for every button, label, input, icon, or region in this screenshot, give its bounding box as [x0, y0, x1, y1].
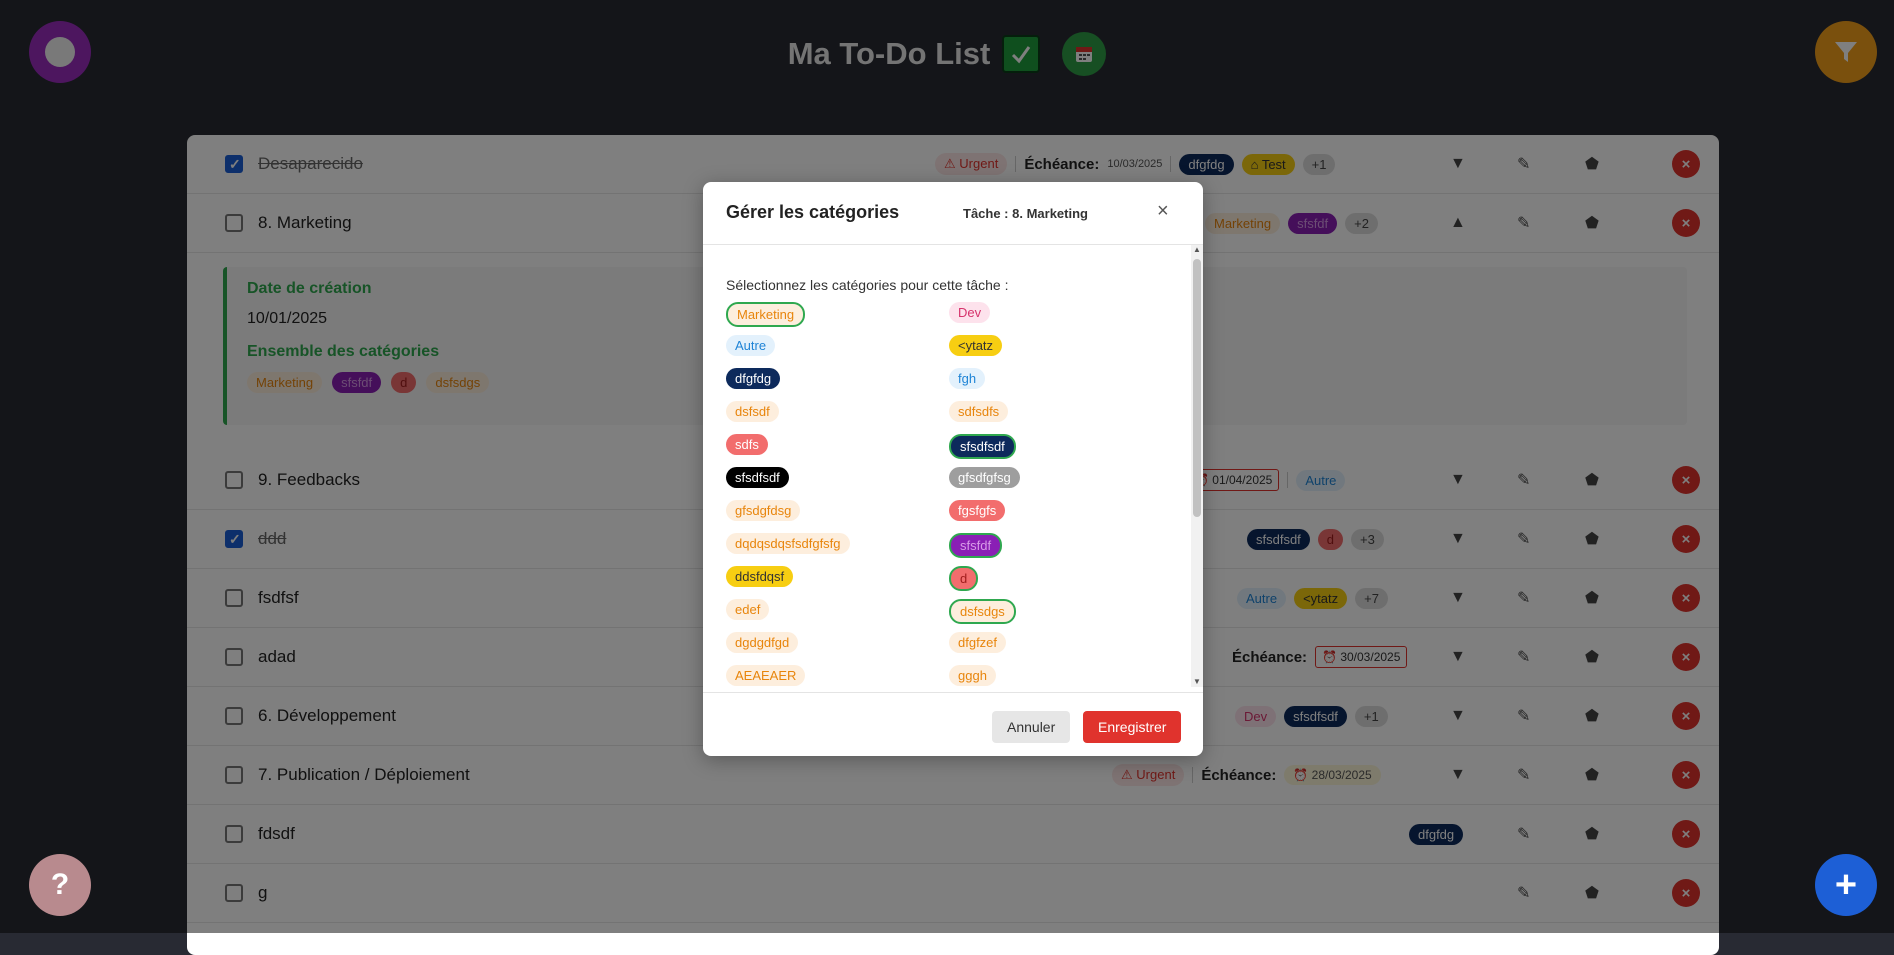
- category-option[interactable]: gggh: [949, 665, 996, 686]
- category-option[interactable]: ddsfdqsf: [726, 566, 794, 587]
- scroll-thumb[interactable]: [1193, 259, 1201, 517]
- help-button[interactable]: ?: [29, 854, 91, 916]
- category-option[interactable]: AEAEAER: [726, 665, 806, 686]
- modal-title: Gérer les catégories: [726, 202, 900, 222]
- modal-body: Sélectionnez les catégories pour cette t…: [703, 245, 1191, 873]
- modal-footer: Annuler Enregistrer: [703, 692, 1203, 757]
- category-option[interactable]: gfsdgfdsg: [726, 500, 801, 521]
- category-option[interactable]: dsfsdf: [726, 401, 779, 422]
- category-option[interactable]: fgh: [949, 368, 986, 389]
- category-option[interactable]: sfsdfsdf: [949, 434, 1016, 459]
- category-option[interactable]: <ytatz: [949, 335, 1003, 356]
- category-option[interactable]: dfgfdg: [726, 368, 781, 389]
- modal-scrollbar[interactable]: ▲ ▼: [1191, 245, 1203, 687]
- category-option[interactable]: dgdgdfgd: [726, 632, 799, 653]
- category-option[interactable]: edef: [726, 599, 770, 620]
- category-option[interactable]: Marketing: [726, 302, 806, 327]
- modal-instruction: Sélectionnez les catégories pour cette t…: [726, 277, 1009, 293]
- plus-icon: +: [1834, 863, 1858, 906]
- category-option[interactable]: sfsdfsdf: [726, 467, 789, 488]
- question-icon: ?: [50, 868, 70, 901]
- add-task-button[interactable]: +: [1815, 854, 1877, 916]
- category-option[interactable]: dsfsdgs: [949, 599, 1016, 624]
- scroll-up-icon[interactable]: ▲: [1193, 245, 1201, 254]
- modal-subtitle: Tâche : 8. Marketing: [963, 206, 1088, 221]
- category-option[interactable]: sfsfdf: [949, 533, 1003, 558]
- category-modal: Gérer les catégories Tâche : 8. Marketin…: [703, 182, 1203, 756]
- category-option[interactable]: sdfs: [726, 434, 768, 455]
- category-option[interactable]: gfsdfgfsg: [949, 467, 1020, 488]
- category-option[interactable]: sdfsdfs: [949, 401, 1009, 422]
- category-option[interactable]: Dev: [949, 302, 991, 323]
- category-option[interactable]: dfgfzef: [949, 632, 1007, 653]
- save-button[interactable]: Enregistrer: [1083, 711, 1182, 743]
- cancel-button[interactable]: Annuler: [992, 711, 1071, 743]
- close-icon[interactable]: ×: [1157, 200, 1169, 223]
- category-option[interactable]: dqdqsdqsfsdfgfsfg: [726, 533, 850, 554]
- scroll-down-icon[interactable]: ▼: [1193, 677, 1201, 686]
- category-option[interactable]: Autre: [726, 335, 776, 356]
- modal-header: Gérer les catégories Tâche : 8. Marketin…: [703, 182, 1203, 245]
- category-option[interactable]: d: [949, 566, 979, 591]
- category-option[interactable]: fgsfgfs: [949, 500, 1006, 521]
